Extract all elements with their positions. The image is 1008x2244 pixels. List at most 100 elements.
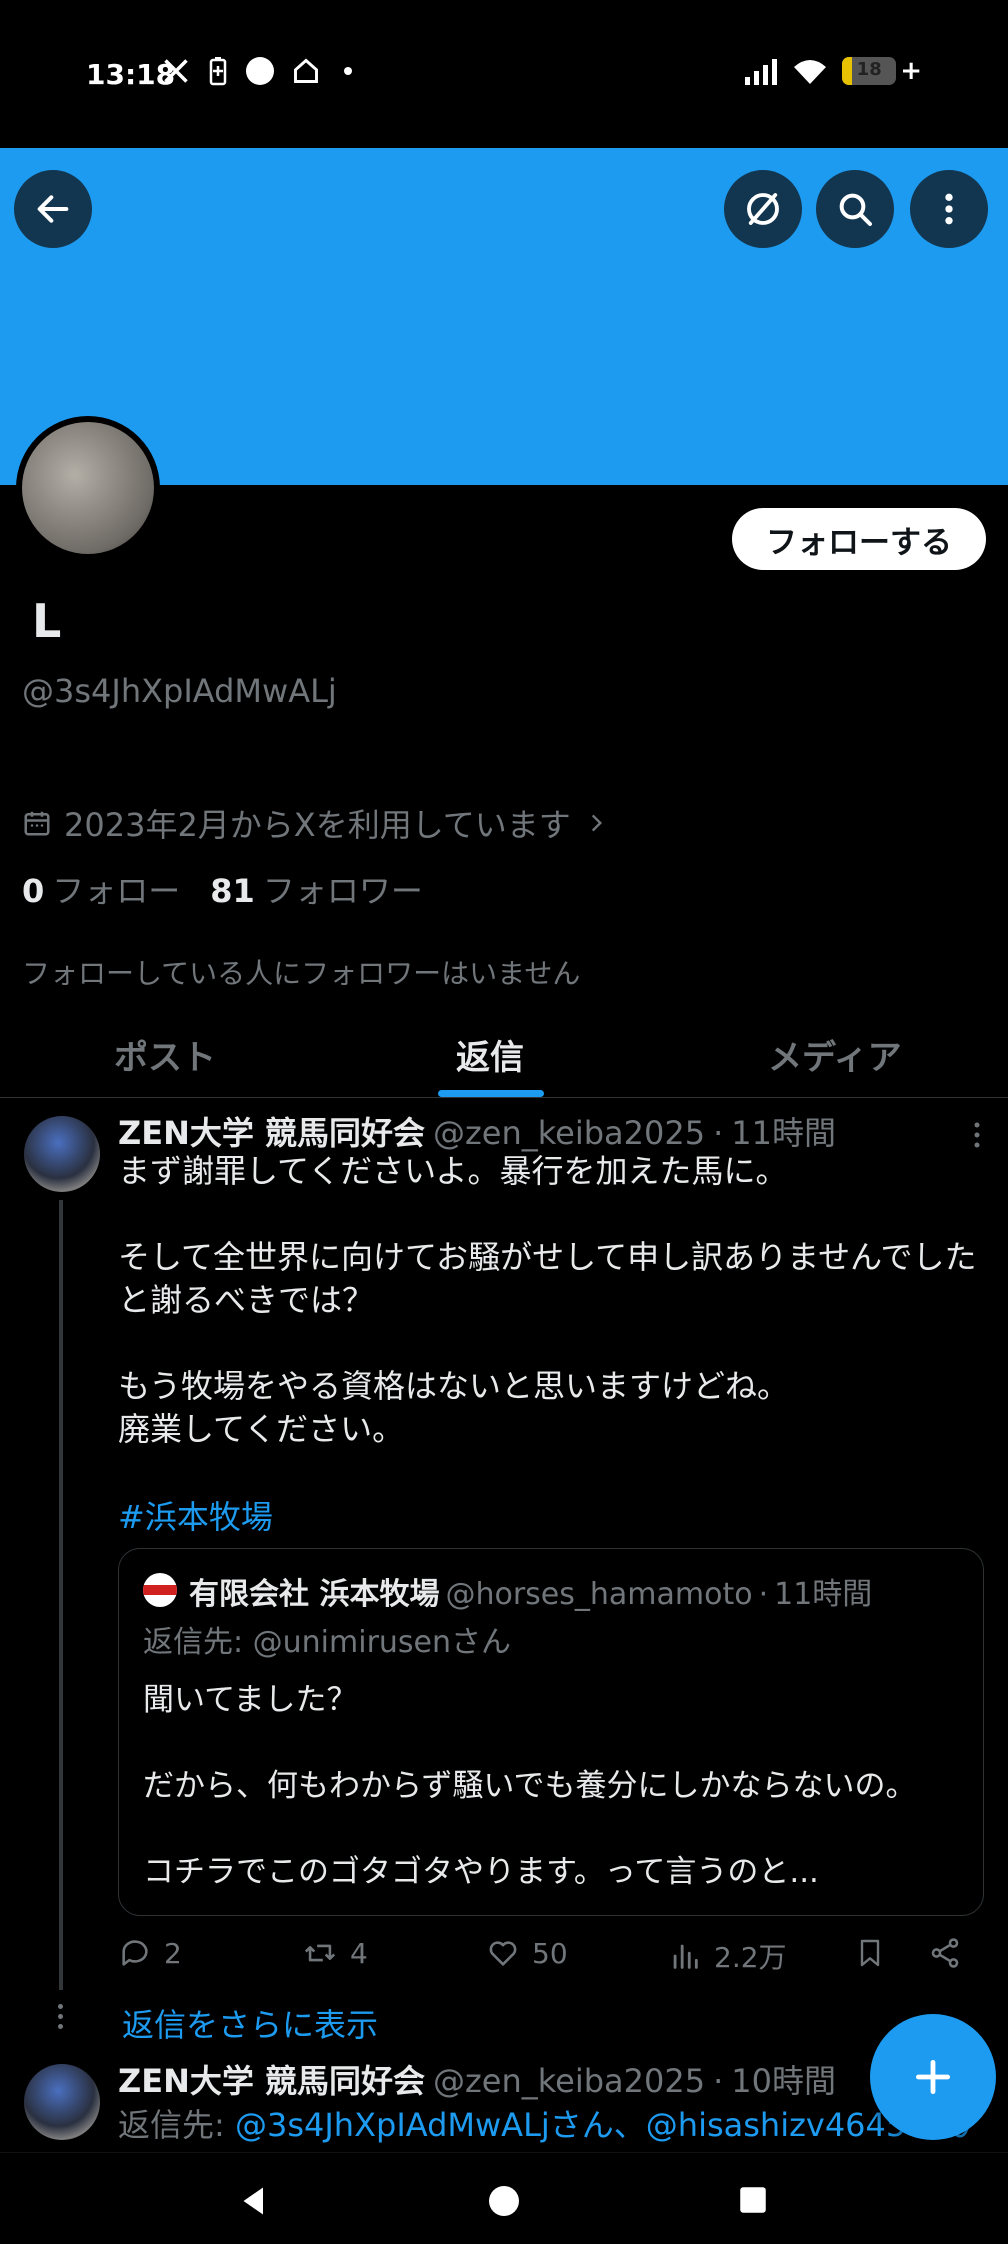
- tab-media[interactable]: メディア: [768, 1030, 902, 1079]
- compose-post-button[interactable]: [870, 2014, 996, 2140]
- battery-icon: 18: [842, 57, 897, 85]
- user-handle: @3s4JhXpIAdMwALj: [22, 672, 337, 710]
- share-icon: [931, 1938, 959, 1968]
- grok-button[interactable]: [724, 170, 802, 248]
- post-author-handle[interactable]: @zen_keiba2025: [433, 1114, 705, 1152]
- battery-level: 18: [856, 59, 882, 80]
- heart-icon: [489, 1941, 517, 1966]
- post-header: ZEN大学 競馬同好会 @zen_keiba2025 · 10時間: [118, 2056, 836, 2102]
- like-button[interactable]: 50: [486, 1936, 568, 1970]
- nav-back-button[interactable]: [236, 2183, 272, 2223]
- following-link[interactable]: 0 フォロー: [22, 866, 180, 912]
- profile-banner: [0, 148, 1008, 485]
- meta-separator: ·: [758, 1577, 769, 1612]
- repost-button[interactable]: 4: [302, 1936, 368, 1970]
- search-icon: [839, 193, 872, 226]
- post-more-button[interactable]: [972, 1120, 982, 1150]
- show-more-replies-link[interactable]: 返信をさらに表示: [122, 2000, 378, 2046]
- follow-button[interactable]: フォローする: [732, 508, 986, 570]
- home-icon: [294, 58, 318, 83]
- nav-home-button[interactable]: [486, 2183, 522, 2223]
- calendar-icon: [24, 811, 50, 836]
- x-icon: [164, 59, 188, 83]
- follow-counts: 0 フォロー 81 フォロワー: [22, 866, 423, 912]
- thread-gap-dots: [57, 2004, 65, 2034]
- post-author-avatar[interactable]: [24, 1116, 100, 1192]
- system-navigation-bar: [0, 2152, 1008, 2244]
- reply-to-users[interactable]: @3s4JhXpIAdMwALjさん、@hisashizv4645さん: [235, 2106, 970, 2144]
- status-icons-right: 18 +: [744, 56, 922, 86]
- bookmark-button[interactable]: [854, 1936, 886, 1970]
- post-time[interactable]: 11時間: [731, 1114, 836, 1152]
- more-vertical-icon: [945, 193, 953, 225]
- bookmark-icon: [860, 1939, 880, 1967]
- charging-icon: +: [900, 56, 922, 86]
- reply-to-line: 返信先: @3s4JhXpIAdMwALjさん、@hisashizv4645さん: [118, 2100, 970, 2146]
- quoted-author-name: 有限会社 浜本牧場: [189, 1577, 440, 1612]
- plus-icon: [915, 2059, 951, 2095]
- back-button[interactable]: [14, 170, 92, 248]
- tab-replies[interactable]: 返信: [456, 1030, 524, 1079]
- quoted-author-handle: @horses_hamamoto: [445, 1577, 753, 1612]
- circle-icon: [246, 57, 274, 85]
- joined-text: 2023年2月からXを利用しています: [64, 806, 571, 844]
- chevron-right-icon: [591, 814, 602, 832]
- repost-count: 4: [350, 1936, 368, 1970]
- quoted-reply-to: 返信先: @unimirusenさん: [143, 1625, 512, 1660]
- status-icons-left: [162, 56, 352, 86]
- quoted-author-avatar: [143, 1573, 177, 1607]
- reply-count: 2: [164, 1936, 182, 1970]
- reply-icon: [122, 1940, 148, 1966]
- quoted-post-header: 有限会社 浜本牧場 @horses_hamamoto · 11時間: [189, 1569, 872, 1613]
- profile-avatar[interactable]: [16, 416, 160, 560]
- following-count: 0: [22, 872, 45, 910]
- status-bar: 13:18 18 +: [0, 0, 1008, 148]
- active-tab-indicator: [438, 1090, 544, 1097]
- profile-tabs: ポスト 返信 メディア: [0, 1000, 1008, 1098]
- quoted-post-time: 11時間: [774, 1577, 873, 1612]
- followers-label: フォロワー: [262, 872, 423, 910]
- post-author-handle[interactable]: @zen_keiba2025: [433, 2062, 705, 2100]
- reply-to-prefix: 返信先:: [118, 2106, 235, 2144]
- post-header: ZEN大学 競馬同好会 @zen_keiba2025 · 11時間: [118, 1108, 836, 1154]
- post-author-avatar[interactable]: [24, 2064, 100, 2140]
- no-mutual-followers-note: フォローしている人にフォロワーはいません: [22, 957, 581, 990]
- repost-icon: [304, 1944, 336, 1962]
- views-icon: [673, 1944, 698, 1969]
- search-button[interactable]: [816, 170, 894, 248]
- meta-separator: ·: [713, 2062, 724, 2100]
- grok-icon: [747, 193, 779, 225]
- dot-icon: [344, 67, 352, 75]
- like-count: 50: [532, 1936, 568, 1970]
- hashtag-link[interactable]: #浜本牧場: [118, 1492, 273, 1538]
- post-actions: 2 4 50 2.2万: [118, 1936, 988, 1980]
- post-time[interactable]: 10時間: [731, 2062, 836, 2100]
- quoted-post[interactable]: 有限会社 浜本牧場 @horses_hamamoto · 11時間 返信先: @uni…: [118, 1548, 984, 1916]
- tab-posts[interactable]: ポスト: [114, 1030, 216, 1079]
- quoted-post-text: 聞いてました？ だから、何もわからず騒いでも養分にしかならないの。 コチラでこの…: [143, 1682, 917, 1890]
- more-vertical-icon: [974, 1122, 980, 1148]
- reply-button[interactable]: 2: [118, 1936, 182, 1970]
- square-recents-icon: [740, 2187, 766, 2213]
- wifi-icon: [794, 60, 827, 84]
- meta-separator: ·: [713, 1114, 724, 1152]
- followers-link[interactable]: 81 フォロワー: [210, 866, 423, 912]
- arrow-left-icon: [37, 195, 69, 223]
- share-button[interactable]: [928, 1936, 962, 1970]
- followers-count: 81: [210, 872, 255, 910]
- post-author-name[interactable]: ZEN大学 競馬同好会: [118, 1114, 425, 1152]
- battery-saver-icon: [209, 57, 227, 86]
- post-author-name[interactable]: ZEN大学 競馬同好会: [118, 2062, 425, 2100]
- thread-line: [59, 1200, 63, 1990]
- nav-recents-button[interactable]: [736, 2183, 770, 2221]
- joined-date[interactable]: 2023年2月からXを利用しています: [22, 800, 609, 846]
- more-options-button[interactable]: [910, 170, 988, 248]
- post-text: まず謝罪してくださいよ。暴行を加えた馬に。 そして全世界に向けてお騒がせして申し…: [118, 1152, 977, 1448]
- display-name: L: [32, 594, 62, 648]
- triangle-back-icon: [243, 2187, 263, 2215]
- views-count: 2.2万: [714, 1941, 787, 1974]
- views-button[interactable]: 2.2万: [668, 1936, 787, 1976]
- following-label: フォロー: [52, 872, 181, 910]
- circle-home-icon: [489, 2186, 519, 2216]
- signal-icon: [745, 59, 778, 85]
